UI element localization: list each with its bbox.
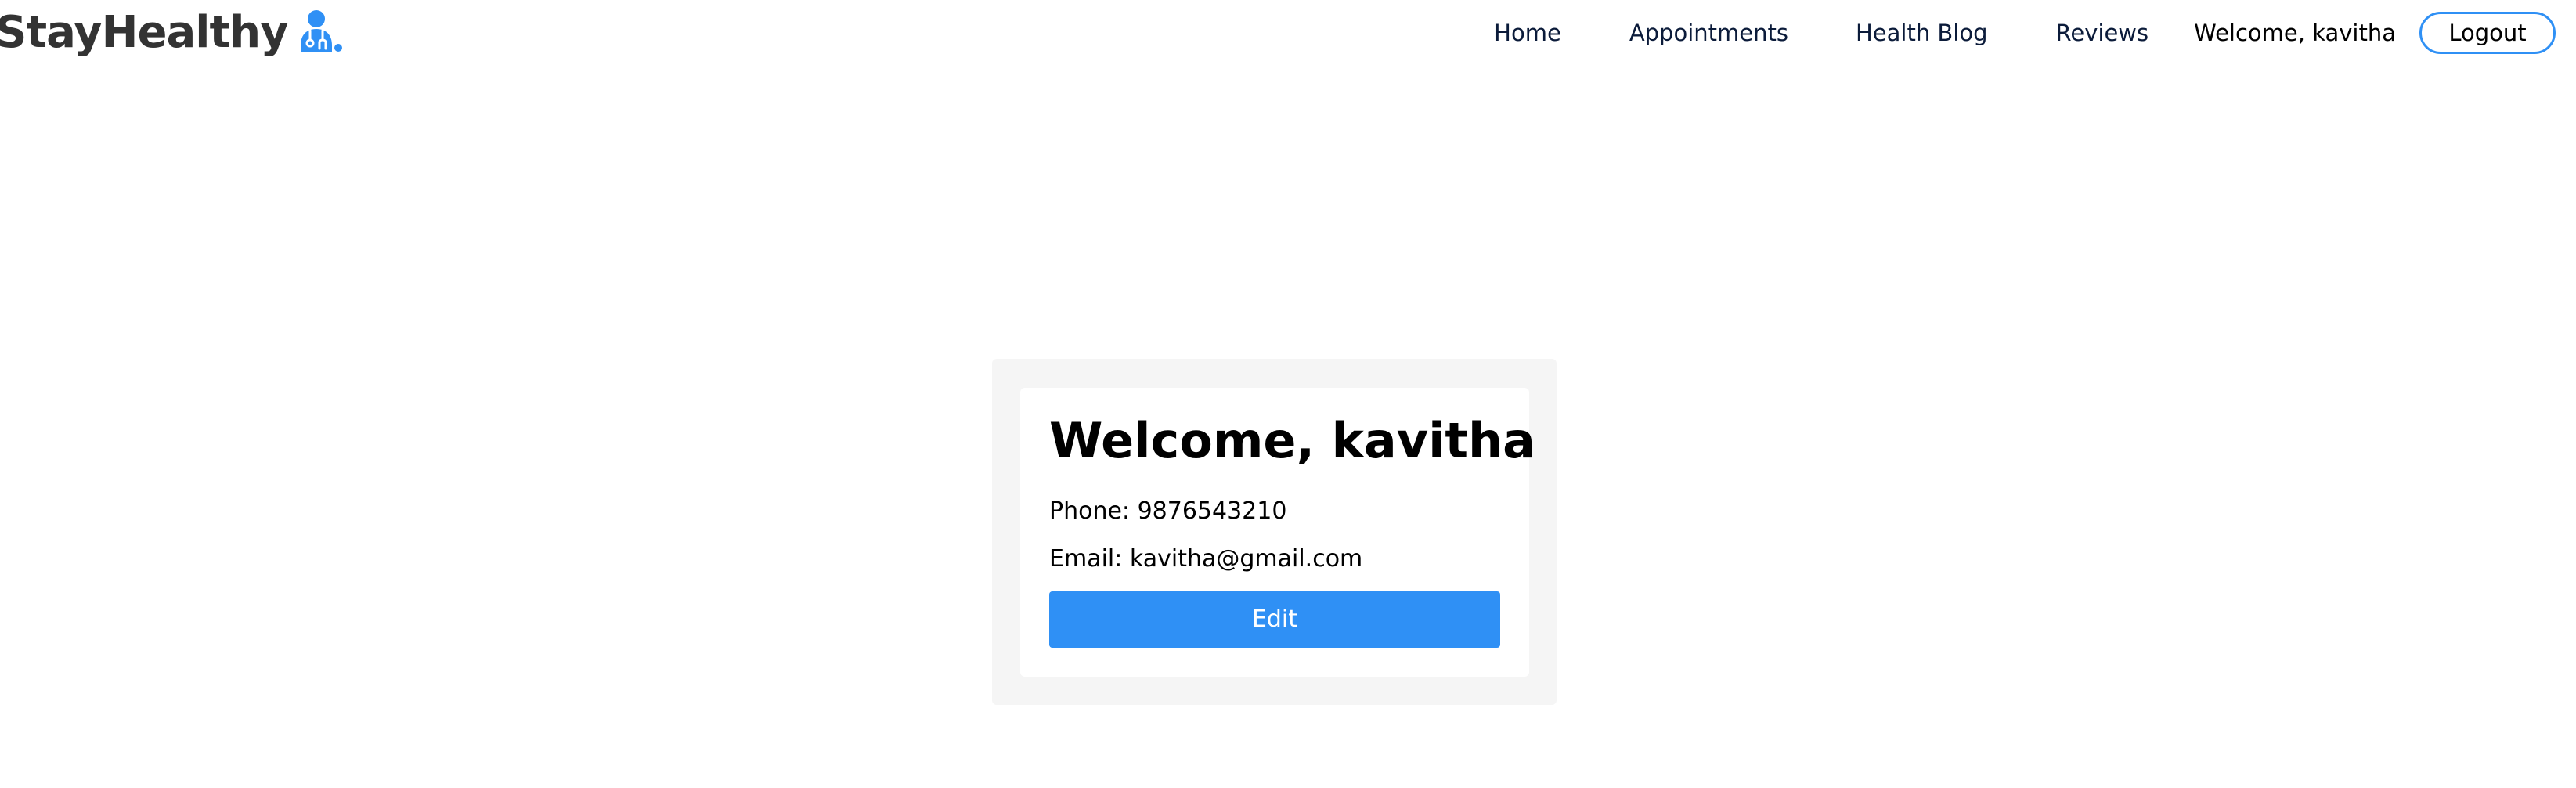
edit-profile-button[interactable]: Edit	[1049, 591, 1500, 648]
brand[interactable]: StayHealthy	[0, 0, 345, 66]
main-nav: Home Appointments Health Blog Reviews We…	[1494, 0, 2556, 66]
nav-home-link[interactable]: Home	[1494, 21, 1561, 45]
doctor-icon	[300, 10, 342, 52]
nav-health-blog-link[interactable]: Health Blog	[1856, 21, 1988, 45]
profile-phone: Phone: 9876543210	[1049, 497, 1287, 525]
brand-name: StayHealthy	[0, 7, 289, 58]
nav-welcome-text: Welcome, kavitha	[2194, 20, 2396, 46]
nav-reviews-link[interactable]: Reviews	[2056, 21, 2149, 45]
nav-appointments-link[interactable]: Appointments	[1629, 21, 1788, 45]
profile-title: Welcome, kavitha	[1049, 412, 1535, 469]
profile-email: Email: kavitha@gmail.com	[1049, 545, 1363, 573]
logout-button[interactable]: Logout	[2419, 12, 2556, 54]
